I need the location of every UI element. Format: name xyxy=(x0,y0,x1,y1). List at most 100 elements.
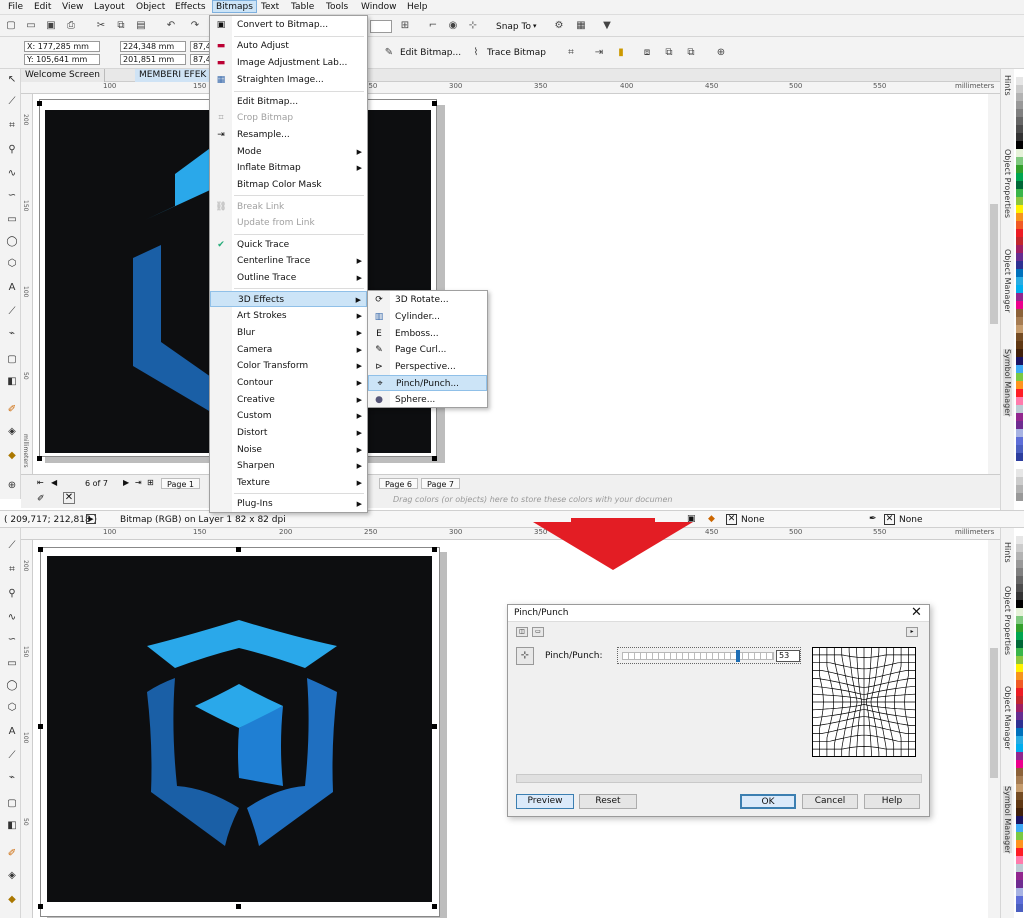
height-field[interactable]: 201,851 mm xyxy=(120,54,186,65)
x-position-field[interactable]: X: 177,285 mm xyxy=(24,41,100,52)
color-swatch[interactable] xyxy=(1016,293,1023,301)
color-swatch[interactable] xyxy=(1016,373,1023,381)
menu-item-blur[interactable]: Blur ▶ xyxy=(210,325,367,341)
ok-button[interactable]: OK xyxy=(740,794,796,809)
eyedropper-icon[interactable]: ✐ xyxy=(5,403,19,417)
color-swatch[interactable] xyxy=(1016,616,1023,624)
color-swatch[interactable] xyxy=(1016,640,1023,648)
artistic-media-icon[interactable]: ∽ xyxy=(5,633,19,647)
color-swatch[interactable] xyxy=(1016,221,1023,229)
text-tool-icon[interactable]: A xyxy=(5,281,19,295)
pick-tool-icon[interactable]: ↖ xyxy=(5,73,19,87)
arrange-icon[interactable]: ⧈ xyxy=(640,46,654,60)
no-color-icon[interactable]: ✕ xyxy=(63,492,75,504)
color-swatch[interactable] xyxy=(1016,309,1023,317)
tab-page-7[interactable]: Page 7 xyxy=(421,478,460,489)
color-swatch[interactable] xyxy=(1016,624,1023,632)
color-swatch[interactable] xyxy=(1016,85,1023,93)
transparency-icon[interactable]: ◧ xyxy=(5,375,19,389)
connector-tool-icon[interactable]: ⌁ xyxy=(5,327,19,341)
vertical-scrollbar-lower[interactable] xyxy=(988,540,1000,918)
bitmap-image-result[interactable] xyxy=(47,556,432,902)
color-swatch[interactable] xyxy=(1016,357,1023,365)
color-swatch[interactable] xyxy=(1016,445,1023,453)
color-swatch[interactable] xyxy=(1016,744,1023,752)
scale-y-field[interactable]: 87,4 xyxy=(190,54,210,65)
color-swatch[interactable] xyxy=(1016,576,1023,584)
print-icon[interactable]: ⎙ xyxy=(64,19,78,33)
color-swatch[interactable] xyxy=(1016,728,1023,736)
color-swatch[interactable] xyxy=(1016,808,1023,816)
group-icon[interactable]: ⧉ xyxy=(662,46,676,60)
close-icon[interactable]: ✕ xyxy=(911,605,922,620)
status-play-icon[interactable]: ▶ xyxy=(86,514,96,524)
color-swatch[interactable] xyxy=(1016,800,1023,808)
color-swatch[interactable] xyxy=(1016,584,1023,592)
menu-item-outline-trace[interactable]: Outline Trace ▶ xyxy=(210,270,367,286)
docker-tab-object-manager[interactable]: Object Manager xyxy=(1003,249,1012,313)
color-swatch[interactable] xyxy=(1016,317,1023,325)
crop-tool-icon[interactable]: ⌗ xyxy=(5,119,19,133)
smart-fill-icon[interactable]: ◆ xyxy=(5,449,19,463)
color-swatch[interactable] xyxy=(1016,205,1023,213)
tab-welcome-screen[interactable]: Welcome Screen xyxy=(21,69,105,82)
selection-handle[interactable] xyxy=(236,904,241,909)
color-swatch[interactable] xyxy=(1016,301,1023,309)
cut-icon[interactable]: ✂ xyxy=(94,19,108,33)
color-swatch[interactable] xyxy=(1016,824,1023,832)
color-swatch[interactable] xyxy=(1016,125,1023,133)
color-swatch[interactable] xyxy=(1016,461,1023,469)
crop-bitmap-icon[interactable]: ⌗ xyxy=(564,46,578,60)
menu-item-camera[interactable]: Camera ▶ xyxy=(210,342,367,358)
full-screen-icon[interactable]: ⊞ xyxy=(398,19,412,33)
preview-button[interactable]: Preview xyxy=(516,794,574,809)
color-swatch[interactable] xyxy=(1016,173,1023,181)
reset-button[interactable]: Reset xyxy=(579,794,637,809)
menu-layout[interactable]: Layout xyxy=(91,1,128,14)
color-swatch[interactable] xyxy=(1016,165,1023,173)
polygon-tool-icon[interactable]: ⬡ xyxy=(5,701,19,715)
color-swatch[interactable] xyxy=(1016,608,1023,616)
color-swatch[interactable] xyxy=(1016,325,1023,333)
color-swatch[interactable] xyxy=(1016,848,1023,856)
y-position-field[interactable]: Y: 105,641 mm xyxy=(24,54,100,65)
ellipse-tool-icon[interactable]: ◯ xyxy=(5,679,19,693)
tab-page-6[interactable]: Page 6 xyxy=(379,478,418,489)
color-swatch[interactable] xyxy=(1016,77,1023,85)
zoom-tool-icon[interactable]: ⚲ xyxy=(5,587,19,601)
docker-tab-hints[interactable]: Hints xyxy=(1003,542,1012,563)
center-point-icon[interactable]: ⊹ xyxy=(516,647,534,665)
color-swatch[interactable] xyxy=(1016,389,1023,397)
menu-item-sharpen[interactable]: Sharpen ▶ xyxy=(210,458,367,474)
color-swatch[interactable] xyxy=(1016,816,1023,824)
selection-handle[interactable] xyxy=(432,547,437,552)
crop-tool-icon[interactable]: ⌗ xyxy=(5,563,19,577)
docker-tab-object-manager[interactable]: Object Manager xyxy=(1003,686,1012,750)
color-swatch[interactable] xyxy=(1016,632,1023,640)
color-swatch[interactable] xyxy=(1016,888,1023,896)
scale-x-field[interactable]: 87,4 xyxy=(190,41,210,52)
preview-single-icon[interactable]: ▭ xyxy=(532,627,544,637)
menu-item-3d-effects[interactable]: 3D Effects ▶ xyxy=(210,291,367,307)
interactive-fill-icon[interactable]: ◈ xyxy=(5,425,19,439)
color-swatch[interactable] xyxy=(1016,421,1023,429)
polygon-tool-icon[interactable]: ⬡ xyxy=(5,257,19,271)
color-swatch[interactable] xyxy=(1016,864,1023,872)
redo-icon[interactable]: ↷ xyxy=(188,19,202,33)
menu-item-quick-trace[interactable]: ✔ Quick Trace xyxy=(210,237,367,253)
menu-text[interactable]: Text xyxy=(258,1,282,14)
pinch-punch-value-field[interactable]: 53 xyxy=(776,650,800,662)
color-swatch[interactable] xyxy=(1016,181,1023,189)
smart-fill-icon[interactable]: ◆ xyxy=(5,893,19,907)
menu-item-distort[interactable]: Distort ▶ xyxy=(210,425,367,441)
color-swatch[interactable] xyxy=(1016,213,1023,221)
parallel-dimension-icon[interactable]: ⟋ xyxy=(5,749,19,763)
color-swatch[interactable] xyxy=(1016,672,1023,680)
color-swatch[interactable] xyxy=(1016,189,1023,197)
resample-icon[interactable]: ⇥ xyxy=(592,46,606,60)
menu-item-color-transform[interactable]: Color Transform ▶ xyxy=(210,358,367,374)
color-swatch[interactable] xyxy=(1016,784,1023,792)
selection-handle[interactable] xyxy=(37,101,42,106)
snap-to-chevron-icon[interactable]: ▾ xyxy=(533,22,537,30)
selection-handle[interactable] xyxy=(38,724,43,729)
